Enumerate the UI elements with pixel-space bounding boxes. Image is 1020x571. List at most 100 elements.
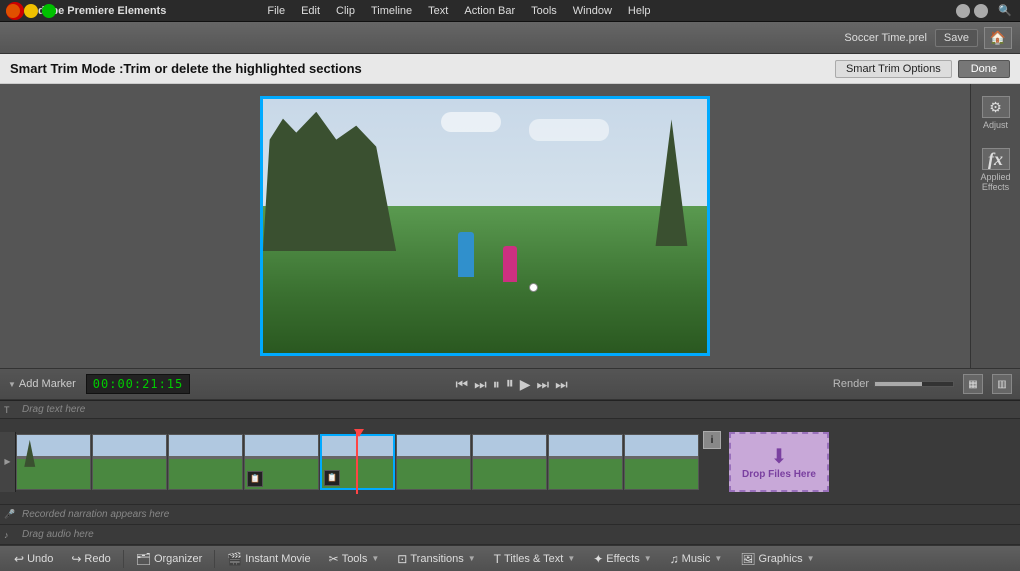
step-back-button[interactable]: ⏸	[493, 376, 500, 393]
clip-thumb-7[interactable]	[472, 434, 547, 490]
bottom-toolbar: ↩ Undo ↪ Redo 🗂 Organizer 🎬 Instant Movi…	[0, 545, 1020, 571]
video-content	[263, 99, 707, 353]
graphics-button[interactable]: 🖼 Graphics ▼	[732, 550, 822, 568]
video-track-content[interactable]: 📋 📋	[16, 429, 1020, 494]
drop-zone[interactable]: ⬇ Drop Files Here	[729, 432, 829, 492]
applied-effects-button[interactable]: fx AppliedEffects	[978, 144, 1012, 196]
menu-edit[interactable]: Edit	[294, 3, 327, 19]
win-ctrl-1[interactable]	[956, 4, 970, 18]
t-sky-9	[625, 435, 698, 457]
save-button[interactable]: Save	[935, 29, 978, 47]
transitions-button[interactable]: ⊡ Transitions ▼	[389, 550, 483, 568]
music-label: Music	[682, 553, 711, 565]
menu-help[interactable]: Help	[621, 3, 658, 19]
drop-arrow-icon: ⬇	[771, 444, 788, 469]
effects-icon: ✦	[593, 552, 603, 566]
menu-clip[interactable]: Clip	[329, 3, 362, 19]
organizer-button[interactable]: 🗂 Organizer	[128, 550, 211, 568]
clip-thumb-9[interactable]	[624, 434, 699, 490]
instant-movie-button[interactable]: 🎬 Instant Movie	[219, 550, 318, 568]
video-preview-area	[0, 84, 970, 368]
clip-thumb-2[interactable]	[92, 434, 167, 490]
mic-icon: 🎤	[4, 509, 20, 520]
done-button[interactable]: Done	[958, 60, 1010, 78]
tools-arrow-icon: ▼	[371, 554, 379, 563]
close-button[interactable]	[6, 4, 20, 18]
clip-thumb-4[interactable]: 📋	[244, 434, 319, 490]
t-grass-3	[169, 459, 242, 489]
applied-effects-label: AppliedEffects	[980, 172, 1010, 192]
t-grass-6	[397, 459, 470, 489]
clip-icon-5: 📋	[324, 470, 340, 486]
sep-2	[214, 550, 215, 568]
render-label: Render	[833, 378, 869, 390]
narration-track: 🎤 Recorded narration appears here	[0, 505, 1020, 525]
clip-thumb-8[interactable]	[548, 434, 623, 490]
menu-file[interactable]: File	[260, 3, 292, 19]
graphics-label: Graphics	[759, 553, 803, 565]
search-icon[interactable]: 🔍	[996, 2, 1014, 20]
player2	[503, 246, 517, 282]
t-grass-9	[625, 459, 698, 489]
clip-icon-4: 📋	[247, 471, 263, 487]
home-button[interactable]: 🏠	[984, 27, 1012, 49]
minimize-button[interactable]	[24, 4, 38, 18]
go-end-button[interactable]: ⏭	[555, 376, 568, 393]
transport-controls: ⏮ ⏭ ⏸ ⏸ ▶ ⏭ ⏭	[455, 375, 567, 393]
step-forward-button[interactable]: ▶	[520, 376, 531, 393]
video-frame[interactable]	[260, 96, 710, 356]
effects-button[interactable]: ✦ Effects ▼	[585, 550, 659, 568]
t-grass-8	[549, 459, 622, 489]
t-grass-2	[93, 459, 166, 489]
music-button[interactable]: ♫ Music ▼	[662, 550, 731, 568]
playhead-triangle	[354, 429, 364, 437]
clip-thumb-6[interactable]	[396, 434, 471, 490]
menu-timeline[interactable]: Timeline	[364, 3, 419, 19]
audio-label: Drag audio here	[22, 529, 94, 540]
win-ctrl-2[interactable]	[974, 4, 988, 18]
timecode-display: 00:00:21:15	[86, 374, 190, 394]
menu-window[interactable]: Window	[566, 3, 619, 19]
prev-frame-button[interactable]: ⏭	[474, 376, 487, 393]
transitions-arrow-icon: ▼	[468, 554, 476, 563]
info-icon[interactable]: i	[703, 431, 721, 449]
add-marker-button[interactable]: ▼ Add Marker	[8, 378, 76, 390]
t-sky-3	[169, 435, 242, 457]
tools-icon: ✂	[329, 552, 339, 566]
graphics-icon: 🖼	[740, 552, 755, 566]
titles-icon: T	[494, 552, 501, 566]
menu-tools[interactable]: Tools	[524, 3, 564, 19]
add-marker-label: Add Marker	[19, 378, 76, 390]
text-track-icon: T	[4, 405, 20, 415]
undo-icon: ↩	[14, 552, 24, 566]
clip-thumb-1[interactable]	[16, 434, 91, 490]
menu-text[interactable]: Text	[421, 3, 455, 19]
play-pause-button[interactable]: ⏸	[506, 375, 514, 393]
clip-thumb-3[interactable]	[168, 434, 243, 490]
go-start-button[interactable]: ⏮	[455, 376, 468, 393]
render-bar-fill	[875, 382, 922, 386]
marker-tri: ▼	[8, 380, 16, 389]
maximize-button[interactable]	[42, 4, 56, 18]
music-arrow-icon: ▼	[714, 554, 722, 563]
layout-btn-2[interactable]: ▥	[992, 374, 1012, 394]
t-sky-2	[93, 435, 166, 457]
smart-trim-options-button[interactable]: Smart Trim Options	[835, 60, 952, 78]
playhead-line	[356, 429, 358, 494]
text-track: T Drag text here	[0, 401, 1020, 419]
titles-text-button[interactable]: T Titles & Text ▼	[486, 550, 584, 568]
audio-track: ♪ Drag audio here	[0, 525, 1020, 545]
titles-text-label: Titles & Text	[504, 553, 563, 565]
redo-button[interactable]: ↪ Redo	[63, 550, 118, 568]
t-sky-6	[397, 435, 470, 457]
menu-action-bar[interactable]: Action Bar	[457, 3, 522, 19]
redo-icon: ↪	[71, 552, 81, 566]
next-frame-button[interactable]: ⏭	[536, 376, 549, 393]
undo-button[interactable]: ↩ Undo	[6, 550, 61, 568]
undo-label: Undo	[27, 553, 53, 565]
layout-btn-1[interactable]: ▦	[963, 374, 983, 394]
transitions-icon: ⊡	[397, 552, 407, 566]
tools-button[interactable]: ✂ Tools ▼	[321, 550, 388, 568]
right-panel: ⚙ Adjust fx AppliedEffects	[970, 84, 1020, 368]
adjust-button[interactable]: ⚙ Adjust	[980, 92, 1012, 134]
